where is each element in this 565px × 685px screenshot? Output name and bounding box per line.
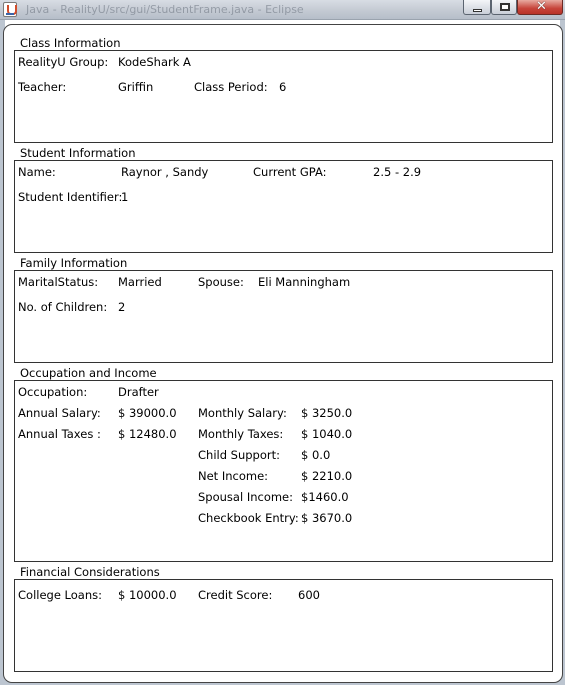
monthly-salary-label: Monthly Salary: — [198, 406, 287, 420]
children-value: 2 — [118, 300, 126, 314]
net-income-value: $ 2210.0 — [301, 469, 353, 483]
credit-score-value: 600 — [298, 588, 320, 602]
teacher-label: Teacher: — [18, 80, 67, 94]
class-info-title: Class Information — [20, 36, 121, 50]
teacher-value: Griffin — [118, 80, 154, 94]
gpa-value: 2.5 - 2.9 — [373, 165, 422, 179]
window-title: Java - RealityU/src/gui/StudentFrame.jav… — [26, 3, 304, 16]
child-support-label: Child Support: — [198, 448, 280, 462]
close-button[interactable]: ✕ — [517, 0, 563, 15]
name-label: Name: — [18, 165, 56, 179]
monthly-taxes-label: Monthly Taxes: — [198, 427, 284, 441]
spouse-label: Spouse: — [198, 275, 244, 289]
student-id-value: 1 — [121, 190, 129, 204]
annual-salary-value: $ 39000.0 — [118, 406, 177, 420]
checkbook-entry-label: Checkbook Entry: — [198, 511, 299, 525]
annual-taxes-label: Annual Taxes : — [18, 427, 101, 441]
student-id-label: Student Identifier: — [18, 190, 123, 204]
net-income-label: Net Income: — [198, 469, 269, 483]
java-app-icon — [3, 2, 17, 17]
close-icon: ✕ — [536, 0, 547, 14]
family-info-title: Family Information — [20, 256, 128, 270]
marital-status-label: MaritalStatus: — [18, 275, 99, 289]
maximize-button[interactable] — [491, 0, 517, 15]
occupation-title: Occupation and Income — [20, 366, 157, 380]
college-loans-label: College Loans: — [18, 588, 103, 602]
child-support-value: $ 0.0 — [301, 448, 331, 462]
spousal-income-value: $1460.0 — [301, 490, 349, 504]
annual-salary-label: Annual Salary: — [18, 406, 101, 420]
group-value: KodeShark A — [118, 55, 191, 69]
credit-score-label: Credit Score: — [198, 588, 273, 602]
maximize-icon — [500, 3, 510, 11]
student-info-title: Student Information — [20, 146, 136, 160]
name-value: Raynor , Sandy — [121, 165, 209, 179]
minimize-button[interactable] — [463, 0, 491, 15]
class-period-value: 6 — [279, 80, 287, 94]
monthly-taxes-value: $ 1040.0 — [301, 427, 353, 441]
group-label: RealityU Group: — [18, 55, 109, 69]
children-label: No. of Children: — [18, 300, 108, 314]
college-loans-value: $ 10000.0 — [118, 588, 177, 602]
annual-taxes-value: $ 12480.0 — [118, 427, 177, 441]
title-bar: Java - RealityU/src/gui/StudentFrame.jav… — [0, 0, 565, 20]
spousal-income-label: Spousal Income: — [198, 490, 294, 504]
class-period-label: Class Period: — [194, 80, 268, 94]
checkbook-entry-value: $ 3670.0 — [301, 511, 353, 525]
minimize-icon — [473, 9, 482, 12]
occupation-value: Drafter — [118, 385, 159, 399]
occupation-label: Occupation: — [18, 385, 88, 399]
monthly-salary-value: $ 3250.0 — [301, 406, 353, 420]
financial-title: Financial Considerations — [20, 565, 160, 579]
gpa-label: Current GPA: — [253, 165, 327, 179]
marital-status-value: Married — [118, 275, 162, 289]
spouse-value: Eli Manningham — [258, 275, 351, 289]
